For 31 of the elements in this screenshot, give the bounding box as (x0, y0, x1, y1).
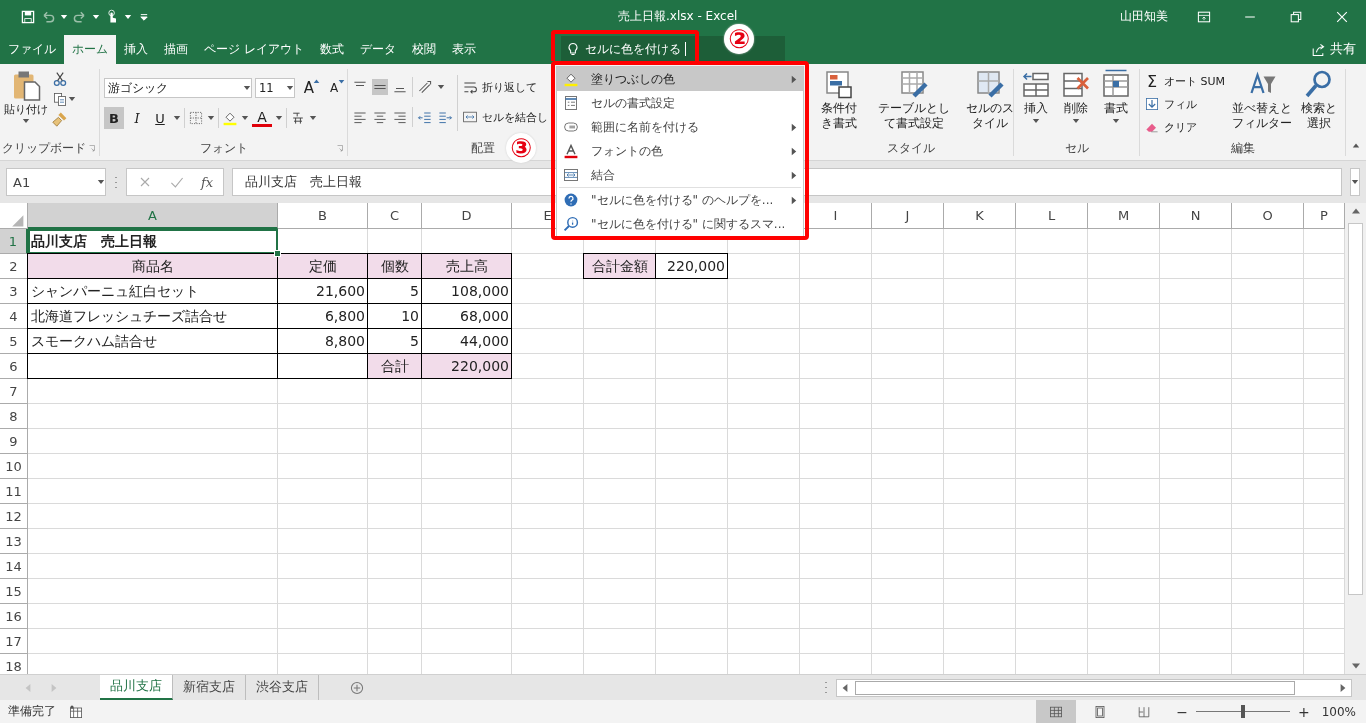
table-cell: 220,000 (656, 254, 728, 279)
group-label: フォント (199, 139, 248, 157)
table-cell: 売上高 (422, 254, 512, 279)
table-cell: 5 (368, 329, 422, 354)
window-title: 売上日報.xlsx - Excel (618, 8, 738, 25)
group-label: 配置 (470, 139, 495, 157)
table-cell: 8,800 (278, 329, 368, 354)
table-cell: 定価 (278, 254, 368, 279)
group-label: 編集 (1230, 139, 1255, 157)
status-text: 準備完了 (8, 703, 56, 720)
group-label: クリップボード (2, 139, 86, 157)
table-cell: 商品名 (28, 254, 278, 279)
group-label: セル (1064, 139, 1089, 157)
table-cell: スモークハム詰合せ (28, 329, 278, 354)
zoom-level: 100% (1321, 704, 1357, 719)
table-cell: 68,000 (422, 304, 512, 329)
table-cell: 10 (368, 304, 422, 329)
table-cell: 北海道フレッシュチーズ詰合せ (28, 304, 278, 329)
table-cell: 44,000 (422, 329, 512, 354)
table-cell: 6,800 (278, 304, 368, 329)
group-label: スタイル (886, 139, 935, 157)
table-cell: 品川支店 売上日報 (28, 229, 278, 254)
table-cell: 合計 (368, 354, 422, 379)
user-name: 山田知美 (1120, 8, 1168, 25)
table-cell: 21,600 (278, 279, 368, 304)
table-cell: 合計金額 (584, 254, 656, 279)
table-cell: シャンパーニュ紅白セット (28, 279, 278, 304)
table-cell: 220,000 (422, 354, 512, 379)
table-cell: 個数 (368, 254, 422, 279)
table-cell: 5 (368, 279, 422, 304)
table-cell: 108,000 (422, 279, 512, 304)
